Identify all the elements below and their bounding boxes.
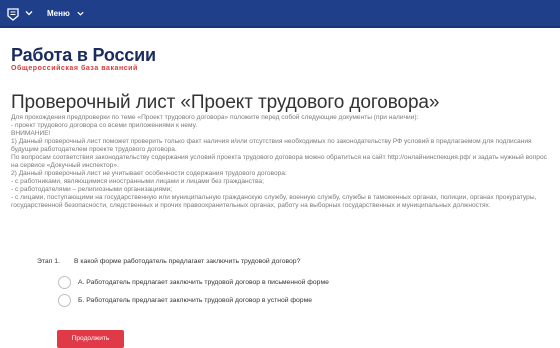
stage-label: Этап 1. <box>37 258 60 265</box>
brand-subtitle: Общероссийская база вакансий <box>11 65 138 72</box>
top-navigation-bar: Меню <box>0 0 560 28</box>
instructions-text: Для прохождения предпроверки по теме «Пр… <box>11 114 547 210</box>
instruction-line: - с работниками, являющимися иностранным… <box>11 178 264 185</box>
brand-name: Работа в России <box>11 45 156 65</box>
instruction-line: По вопросам соответствия законодательств… <box>11 154 547 169</box>
brand-logo[interactable]: Работа в России Общероссийская база вака… <box>11 46 156 72</box>
instruction-line: - проект трудового договора со всеми при… <box>11 122 198 129</box>
answer-option-label: А. Работодатель предлагает заключить тру… <box>78 279 329 286</box>
menu-button[interactable]: Меню <box>47 9 70 18</box>
radio-button-a[interactable] <box>58 276 71 289</box>
instruction-line: Для прохождения предпроверки по теме «Пр… <box>11 114 419 121</box>
instruction-line: - с лицами, поступающими на государствен… <box>11 194 537 209</box>
instruction-line: 2) Данный проверочный лист не учитывает … <box>11 170 287 177</box>
answer-option-label: Б. Работодатель предлагает заключить тру… <box>78 297 313 304</box>
chevron-down-icon[interactable] <box>76 9 85 18</box>
continue-button[interactable]: Продолжить <box>57 330 124 348</box>
rabota-emblem-icon[interactable] <box>6 7 20 21</box>
chevron-down-icon[interactable] <box>24 8 34 18</box>
instruction-line: 1) Данный проверочный лист поможет прове… <box>11 138 532 153</box>
radio-button-b[interactable] <box>58 294 71 307</box>
instruction-line: ВНИМАНИЕ! <box>11 130 51 137</box>
question-text: В какой форме работодатель предлагает за… <box>74 258 301 265</box>
instruction-line: - с работодателями – религиозными органи… <box>11 186 173 193</box>
page-title: Проверочный лист «Проект трудового догов… <box>11 92 440 113</box>
